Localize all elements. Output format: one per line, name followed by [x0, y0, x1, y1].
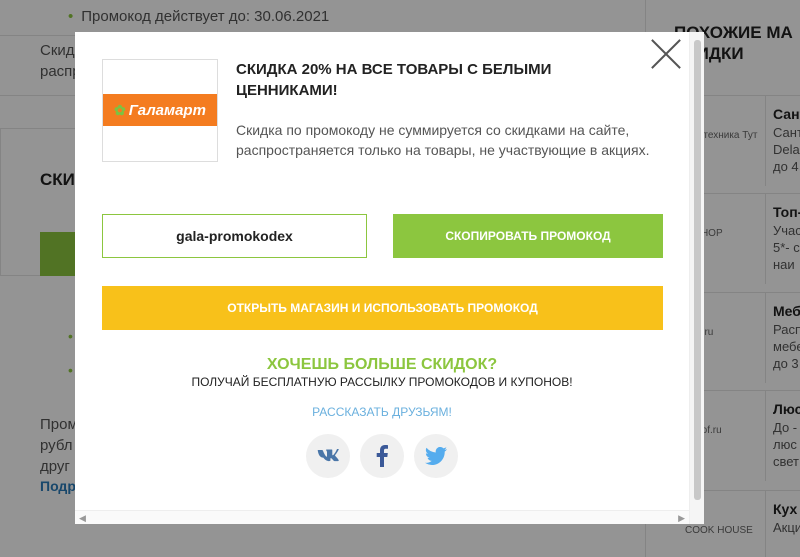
- vk-icon[interactable]: [306, 434, 350, 478]
- scroll-left-icon[interactable]: ◀: [79, 513, 86, 524]
- vertical-scrollbar[interactable]: [689, 32, 704, 524]
- offer-title: СКИДКА 20% НА ВСЕ ТОВАРЫ С БЕЛЫМИ ЦЕННИК…: [236, 61, 552, 99]
- promo-modal: ✿ Галамарт СКИДКА 20% НА ВСЕ ТОВАРЫ С БЕ…: [75, 32, 704, 524]
- close-icon[interactable]: [650, 38, 682, 70]
- galamart-logo: ✿ Галамарт: [103, 94, 217, 126]
- twitter-icon[interactable]: [414, 434, 458, 478]
- subscribe-heading: ХОЧЕШЬ БОЛЬШЕ СКИДОК?: [266, 356, 498, 373]
- scrollbar-thumb[interactable]: [694, 40, 701, 500]
- brand-name: Галамарт: [128, 101, 206, 119]
- share-link[interactable]: РАССКАЗАТЬ ДРУЗЬЯМ!: [75, 405, 689, 419]
- copy-code-button[interactable]: СКОПИРОВАТЬ ПРОМОКОД: [393, 214, 663, 258]
- store-logo: ✿ Галамарт: [102, 59, 218, 162]
- horizontal-scrollbar[interactable]: ◀ ▶: [75, 510, 689, 524]
- subscribe-subtitle: ПОЛУЧАЙ БЕСПЛАТНУЮ РАССЫЛКУ ПРОМОКОДОВ И…: [191, 375, 573, 389]
- scroll-right-icon[interactable]: ▶: [678, 513, 685, 524]
- promo-code-field[interactable]: gala-promokodex: [102, 214, 367, 258]
- social-share-group: [75, 434, 689, 478]
- flower-icon: ✿: [114, 101, 126, 118]
- open-store-button[interactable]: ОТКРЫТЬ МАГАЗИН И ИСПОЛЬЗОВАТЬ ПРОМОКОД: [102, 286, 663, 330]
- facebook-icon[interactable]: [360, 434, 404, 478]
- offer-description: Скидка по промокоду не суммируется со ск…: [236, 122, 650, 158]
